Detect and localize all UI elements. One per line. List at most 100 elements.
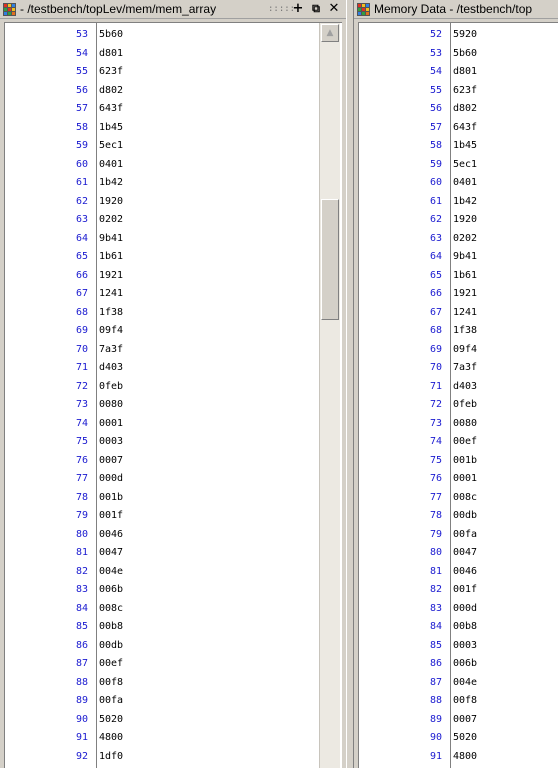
value-cell[interactable]: 5b60 <box>99 26 123 44</box>
value-cell[interactable]: 00db <box>453 507 477 525</box>
value-cell[interactable]: 1920 <box>453 211 477 229</box>
right-pane-titlebar[interactable]: Memory Data - /testbench/top <box>354 0 558 19</box>
value-cell[interactable]: 1b42 <box>99 174 123 192</box>
value-cell[interactable]: 001f <box>99 507 123 525</box>
right-memory-list[interactable]: 52 5920 53 5b60 54 d801 55 623f 56 d802 57 643f 58 1b… <box>358 22 558 768</box>
value-cell[interactable]: 5ec1 <box>99 137 123 155</box>
value-cell[interactable]: d403 <box>99 359 123 377</box>
value-cell[interactable]: 1241 <box>453 304 477 322</box>
value-cell[interactable]: 5920 <box>453 26 477 44</box>
value-cell[interactable]: d403 <box>453 378 477 396</box>
value-cell[interactable]: 1921 <box>99 267 123 285</box>
left-pane-titlebar[interactable]: - /testbench/topLev/mem/mem_array ::::: … <box>0 0 346 19</box>
scrollbar-thumb[interactable] <box>321 199 339 320</box>
address-cell: 88 <box>75 676 88 688</box>
value-cell[interactable]: 5020 <box>99 711 123 729</box>
value-cell[interactable]: 623f <box>453 82 477 100</box>
value-cell[interactable]: 0001 <box>99 415 123 433</box>
value-cell[interactable]: 00fa <box>99 692 123 710</box>
address-cell: 77 <box>75 473 88 484</box>
close-pane-button[interactable]: ✕ <box>326 1 342 17</box>
value-cell[interactable]: 7a3f <box>453 359 477 377</box>
value-cell[interactable]: 0046 <box>99 526 123 544</box>
value-cell[interactable]: 00ef <box>453 433 477 451</box>
value-cell[interactable]: 00f8 <box>453 692 477 710</box>
value-cell[interactable]: 00b8 <box>453 618 477 636</box>
value-cell[interactable]: 1b42 <box>453 193 477 211</box>
value-cell[interactable]: 001b <box>99 489 123 507</box>
value-cell[interactable]: 9b41 <box>453 248 477 266</box>
value-cell[interactable]: 1b61 <box>99 248 123 266</box>
value-cell[interactable]: 0001 <box>453 470 477 488</box>
address-cell: 92 <box>75 750 88 762</box>
value-cell[interactable]: 00f8 <box>99 674 123 692</box>
value-cell[interactable]: 004e <box>453 674 477 692</box>
value-cell[interactable]: 0007 <box>453 711 477 729</box>
value-cell[interactable]: 1b61 <box>453 267 477 285</box>
address-cell: 68 <box>75 306 88 318</box>
value-cell[interactable]: 0046 <box>453 563 477 581</box>
value-cell[interactable]: 000d <box>453 600 477 618</box>
address-cell: 57 <box>429 121 442 133</box>
value-cell[interactable]: 1921 <box>453 285 477 303</box>
value-cell[interactable]: 1f38 <box>453 322 477 340</box>
value-cell[interactable]: d801 <box>99 45 123 63</box>
value-cell[interactable]: 643f <box>453 119 477 137</box>
value-cell[interactable]: 004e <box>99 563 123 581</box>
address-cell: 79 <box>429 528 442 540</box>
value-cell[interactable]: 0080 <box>453 415 477 433</box>
value-cell[interactable]: 0047 <box>99 544 123 562</box>
dock-plus-button[interactable]: + <box>290 1 306 17</box>
left-memory-list[interactable]: 53 5b60 54 d801 55 623f 56 d802 57 643f 58 1b45 59 5e… <box>4 22 342 768</box>
value-cell[interactable]: 00fa <box>453 526 477 544</box>
value-cell[interactable]: 1b45 <box>453 137 477 155</box>
value-cell[interactable]: 643f <box>99 100 123 118</box>
value-cell[interactable]: 4800 <box>453 748 477 766</box>
value-cell[interactable]: 0003 <box>453 637 477 655</box>
value-cell[interactable]: 0401 <box>99 156 123 174</box>
value-cell[interactable]: 0047 <box>453 544 477 562</box>
value-cell[interactable]: 09f4 <box>453 341 477 359</box>
value-cell[interactable]: 0202 <box>453 230 477 248</box>
value-cell[interactable]: 7a3f <box>99 341 123 359</box>
value-cell[interactable]: 0feb <box>99 378 123 396</box>
address-cell: 82 <box>429 584 442 595</box>
scroll-up-arrow-icon[interactable]: ▲ <box>321 24 339 42</box>
value-cell[interactable]: 1920 <box>99 193 123 211</box>
value-cell[interactable]: 0003 <box>99 433 123 451</box>
value-cell[interactable]: 008c <box>99 600 123 618</box>
vertical-scrollbar[interactable]: ▲ <box>319 23 340 768</box>
value-cell[interactable]: 9b41 <box>99 230 123 248</box>
value-cell[interactable]: d802 <box>453 100 477 118</box>
value-cell[interactable]: 006b <box>99 581 123 599</box>
value-cell[interactable]: 4800 <box>99 729 123 747</box>
value-cell[interactable]: 1df0 <box>99 748 123 766</box>
value-cell[interactable]: 00ef <box>99 655 123 673</box>
undock-window-button[interactable]: ⧉ <box>308 1 324 17</box>
value-cell[interactable]: 006b <box>453 655 477 673</box>
value-cell[interactable]: 1241 <box>99 285 123 303</box>
value-cell[interactable]: 0feb <box>453 396 477 414</box>
value-cell[interactable]: 623f <box>99 63 123 81</box>
pane-splitter[interactable] <box>346 0 354 768</box>
value-cell[interactable]: 1f38 <box>99 304 123 322</box>
value-cell[interactable]: 00db <box>99 637 123 655</box>
value-cell[interactable]: 001b <box>453 452 477 470</box>
value-cell[interactable]: 1b45 <box>99 119 123 137</box>
value-cell[interactable]: 0401 <box>453 174 477 192</box>
value-cell[interactable]: 001f <box>453 581 477 599</box>
value-cell[interactable]: 5020 <box>453 729 477 747</box>
value-cell[interactable]: 09f4 <box>99 322 123 340</box>
value-cell[interactable]: d802 <box>99 82 123 100</box>
value-cell[interactable]: 000d <box>99 470 123 488</box>
value-cell[interactable]: d801 <box>453 63 477 81</box>
value-cell[interactable]: 5ec1 <box>453 156 477 174</box>
value-cell[interactable]: 0080 <box>99 396 123 414</box>
value-cell[interactable]: 008c <box>453 489 477 507</box>
address-cell: 90 <box>75 713 88 725</box>
value-cell[interactable]: 00b8 <box>99 618 123 636</box>
value-cell[interactable]: 5b60 <box>453 45 477 63</box>
value-cell[interactable]: 0202 <box>99 211 123 229</box>
value-cell[interactable]: 0007 <box>99 452 123 470</box>
right-pane-title: Memory Data - /testbench/top <box>374 2 533 16</box>
